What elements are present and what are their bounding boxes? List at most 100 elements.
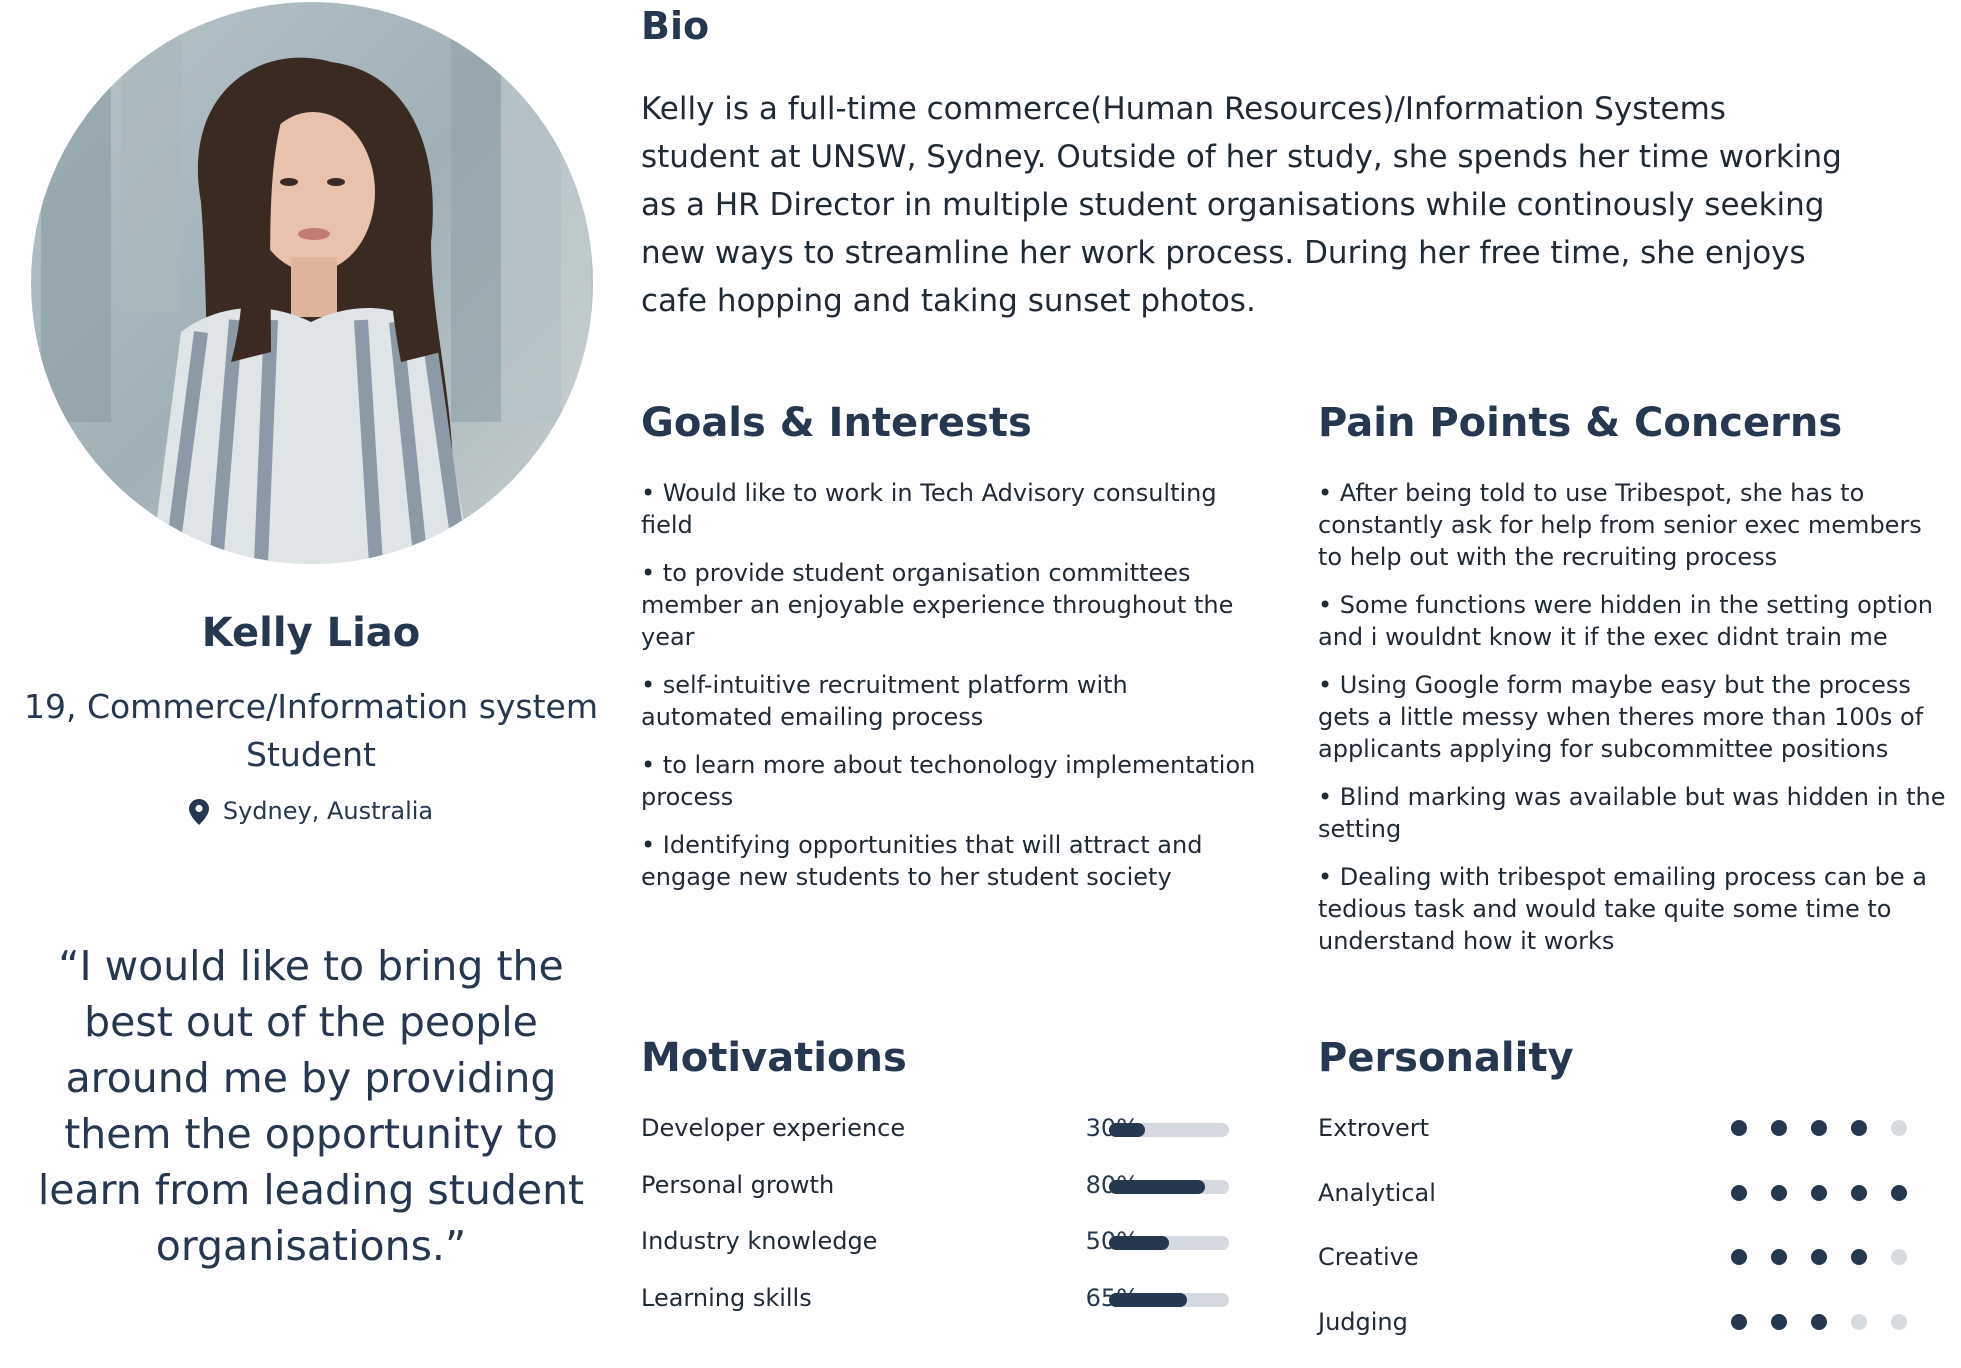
rating-dot-filled [1771,1313,1787,1330]
pain-point-line: setting [1318,815,1402,843]
bio-line: cafe hopping and taking sunset photos. [641,283,1256,319]
personality-row: Creative [1318,1239,1918,1304]
personality-row: Judging [1318,1304,1918,1368]
motivation-row: Learning skills 65% [641,1280,1231,1337]
motivation-bar-track [1109,1179,1229,1194]
pain-point-item: • Some functions were hidden in the sett… [1318,589,1958,653]
pain-point-line: understand how it works [1318,927,1615,955]
bio-line: Kelly is a full-time commerce(Human Reso… [641,91,1726,127]
quote-line: “I would like to bring the [58,942,564,990]
pain-point-line: constantly ask for help from senior exec… [1318,511,1922,539]
bio-line: new ways to streamline her work process.… [641,235,1806,271]
rating-dot-filled [1811,1313,1827,1330]
pain-point-item: • Blind marking was available but was hi… [1318,781,1958,845]
quote-line: organisations.” [155,1222,467,1270]
goal-item-line: • self-intuitive recruitment platform wi… [641,671,1128,699]
rating-dot-filled [1771,1249,1787,1265]
pain-point-line: • Blind marking was available but was hi… [1318,783,1946,811]
motivations-list: Developer experience 30% Personal growth… [641,1110,1231,1336]
rating-dot-filled [1851,1249,1867,1265]
pain-point-line: and i wouldnt know it if the exec didnt … [1318,623,1888,651]
pain-point-line: • After being told to use Tribespot, she… [1318,479,1865,507]
pain-points-list: • After being told to use Tribespot, she… [1318,477,1958,973]
location-text: Sydney, Australia [222,797,434,825]
bio-heading: Bio [641,4,710,48]
persona-name: Kelly Liao [201,610,421,656]
personality-rating [1731,1313,1907,1330]
pain-point-item: • Using Google form maybe easy but the p… [1318,669,1958,765]
rating-dot-filled [1851,1120,1867,1136]
motivation-bar-track [1109,1292,1229,1307]
motivation-row: Industry knowledge 50% [641,1223,1231,1280]
goal-item-line: member an enjoyable experience throughou… [641,591,1234,619]
bio-line: as a HR Director in multiple student org… [641,187,1825,223]
persona-role: 19, Commerce/Information system Student [0,683,622,779]
pain-point-item: • Dealing with tribespot emailing proces… [1318,861,1958,957]
rating-dot-filled [1851,1184,1867,1201]
personality-row: Analytical [1318,1175,1918,1240]
pain-point-line: • Using Google form maybe easy but the p… [1318,671,1911,699]
personality-label: Judging [1318,1307,1408,1336]
quote-line: them the opportunity to [64,1110,558,1158]
profile-photo-illustration [31,2,593,564]
motivation-bar-fill [1109,1236,1169,1250]
persona-role-line: 19, Commerce/Information system [23,687,599,726]
goal-item-line: • to provide student organisation commit… [641,559,1191,587]
goal-item-line: automated emailing process [641,703,984,731]
personality-heading: Personality [1318,1035,1574,1081]
profile-photo [31,2,593,564]
personality-rating [1731,1249,1907,1265]
pain-point-line: tedious task and would take quite some t… [1318,895,1892,923]
rating-dot-filled [1731,1184,1747,1201]
rating-dot-filled [1811,1120,1827,1136]
bio-line: student at UNSW, Sydney. Outside of her … [641,139,1842,175]
motivation-row: Personal growth 80% [641,1167,1231,1224]
goal-item-line: • Identifying opportunities that will at… [641,831,1203,859]
goals-list: • Would like to work in Tech Advisory co… [641,477,1281,909]
personality-label: Extrovert [1318,1114,1430,1142]
goal-item: • Would like to work in Tech Advisory co… [641,477,1281,541]
motivation-label: Industry knowledge [641,1227,878,1255]
goals-heading: Goals & Interests [641,400,1032,446]
goal-item: • to provide student organisation commit… [641,557,1281,653]
motivation-bar-track [1109,1123,1229,1137]
goal-item-line: field [641,511,693,539]
pain-point-item: • After being told to use Tribespot, she… [1318,477,1958,573]
motivations-heading: Motivations [641,1035,907,1081]
motivation-bar-fill [1109,1292,1187,1307]
rating-dot-filled [1811,1184,1827,1201]
bio-text: Kelly is a full-time commerce(Human Reso… [641,85,1871,325]
goal-item: • self-intuitive recruitment platform wi… [641,669,1281,733]
pain-point-line: • Some functions were hidden in the sett… [1318,591,1933,619]
pain-point-line: applicants applying for subcommittee pos… [1318,735,1889,763]
pain-point-line: gets a little messy when theres more tha… [1318,703,1924,731]
personality-row: Extrovert [1318,1110,1918,1175]
rating-dot-empty [1851,1313,1867,1330]
motivation-label: Personal growth [641,1170,835,1199]
pain-point-line: • Dealing with tribespot emailing proces… [1318,863,1927,891]
quote-line: best out of the people [84,998,538,1046]
persona-quote: “I would like to bring the best out of t… [26,938,596,1274]
rating-dot-empty [1891,1313,1907,1330]
motivation-bar-track [1109,1236,1229,1250]
goal-item: • Identifying opportunities that will at… [641,829,1281,893]
motivation-label: Developer experience [641,1114,906,1142]
personality-label: Creative [1318,1243,1419,1271]
rating-dot-filled [1731,1120,1747,1136]
goal-item-line: year [641,623,695,651]
rating-dot-filled [1811,1249,1827,1265]
rating-dot-filled [1731,1313,1747,1330]
motivation-row: Developer experience 30% [641,1110,1231,1167]
goal-item-line: process [641,783,734,811]
personality-label: Analytical [1318,1178,1436,1207]
personality-rating [1731,1184,1907,1201]
personality-list: Extrovert Analytical Creative Judging [1318,1110,1918,1368]
persona-location: Sydney, Australia [0,797,622,831]
personality-rating [1731,1120,1907,1136]
pain-points-heading: Pain Points & Concerns [1318,400,1843,446]
motivation-bar-fill [1109,1123,1145,1137]
rating-dot-filled [1731,1249,1747,1265]
goal-item: • to learn more about techonology implem… [641,749,1281,813]
rating-dot-empty [1891,1249,1907,1265]
goal-item-line: • to learn more about techonology implem… [641,751,1256,779]
